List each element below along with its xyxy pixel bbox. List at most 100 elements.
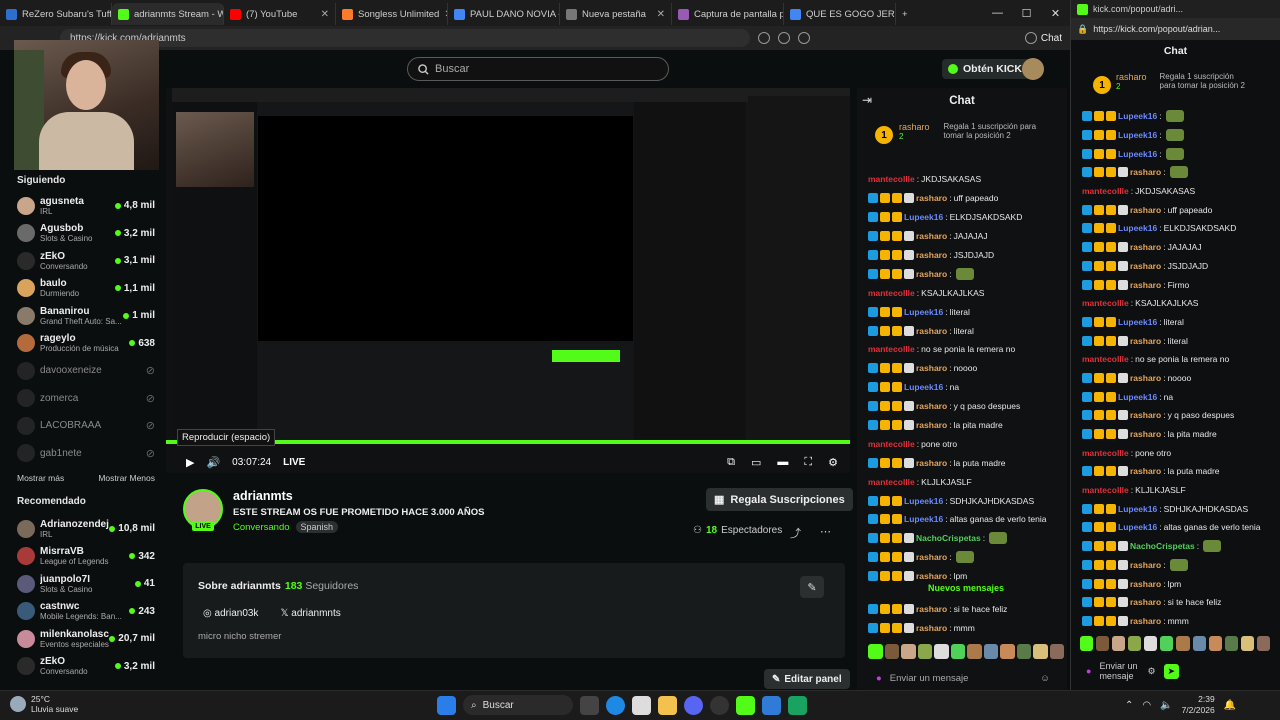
chat-username[interactable]: mantecollle bbox=[868, 288, 915, 298]
task-view-icon[interactable] bbox=[580, 695, 599, 715]
wifi-icon[interactable]: ◠ bbox=[1142, 700, 1151, 711]
emoji-icon[interactable]: ☺ bbox=[1040, 673, 1050, 684]
chat-username[interactable]: rasharo bbox=[916, 269, 947, 279]
popout-settings-icon[interactable]: ⚙ bbox=[1147, 666, 1155, 677]
chat-username[interactable]: mantecollle bbox=[868, 344, 915, 354]
emote-icon[interactable] bbox=[1033, 644, 1048, 659]
volume-icon[interactable]: 🔊 bbox=[206, 456, 220, 469]
chat-username[interactable]: rasharo bbox=[1130, 261, 1161, 271]
chat-username[interactable]: rasharo bbox=[1130, 242, 1161, 252]
chat-username[interactable]: Lupeek16 bbox=[1118, 149, 1157, 159]
clip-icon[interactable]: ▭ bbox=[751, 456, 761, 469]
sidebar-channel[interactable]: baulo Durmiendo 1,1 mil bbox=[0, 275, 165, 303]
settings-icon[interactable]: ⚙ bbox=[828, 456, 838, 469]
weather-widget[interactable]: 25°C Lluvia suave bbox=[10, 694, 78, 714]
folder-icon[interactable] bbox=[658, 695, 677, 715]
minimize-button[interactable]: — bbox=[983, 0, 1012, 26]
taskbar-search[interactable]: ⌕ Buscar bbox=[463, 695, 573, 715]
emote-icon[interactable] bbox=[1208, 636, 1222, 651]
chat-username[interactable]: rasharo bbox=[1130, 280, 1161, 290]
emote-icon[interactable] bbox=[1256, 636, 1270, 651]
category-link[interactable]: Conversando bbox=[233, 522, 290, 533]
edge-icon[interactable] bbox=[606, 695, 625, 715]
app-icon[interactable] bbox=[762, 695, 781, 715]
sidebar-channel[interactable]: zEkO Conversando 3,1 mil bbox=[0, 247, 165, 275]
chat-username[interactable]: Lupeek16 bbox=[1118, 392, 1157, 402]
chat-username[interactable]: Lupeek16 bbox=[1118, 111, 1157, 121]
pip-icon[interactable]: ⧉ bbox=[727, 456, 735, 469]
emote-icon[interactable] bbox=[1080, 636, 1094, 651]
chat-username[interactable]: rasharo bbox=[1130, 579, 1161, 589]
emote-icon[interactable] bbox=[934, 644, 949, 659]
speaker-icon[interactable]: 🔈 bbox=[1160, 700, 1172, 711]
chat-username[interactable]: mantecollle bbox=[868, 477, 915, 487]
browser-tab[interactable]: Songless Unlimited✕ bbox=[336, 3, 448, 25]
tab-close-icon[interactable]: ✕ bbox=[321, 9, 329, 20]
popout-url-bar[interactable]: 🔒 https://kick.com/popout/adrian... bbox=[1071, 18, 1280, 40]
chat-username[interactable]: rasharo bbox=[1130, 410, 1161, 420]
popout-send-button[interactable]: ➤ bbox=[1163, 663, 1180, 679]
chat-username[interactable]: rasharo bbox=[916, 552, 947, 562]
emote-icon[interactable] bbox=[1096, 636, 1110, 651]
sidebar-channel[interactable]: Adrianozendej...IRL 10,8 mil bbox=[0, 515, 165, 543]
pinned-user[interactable]: rasharo bbox=[899, 122, 930, 132]
new-messages-divider[interactable]: Nuevos mensajes bbox=[868, 583, 1064, 593]
browser-tab[interactable]: (7) YouTube ✕ bbox=[224, 3, 336, 25]
language-tag[interactable]: Spanish bbox=[295, 521, 339, 533]
emote-icon[interactable] bbox=[868, 644, 883, 659]
chat-username[interactable]: Lupeek16 bbox=[1118, 504, 1157, 514]
emote-icon[interactable] bbox=[1112, 636, 1126, 651]
kick-app-icon[interactable] bbox=[736, 695, 755, 715]
chat-username[interactable]: rasharo bbox=[916, 363, 947, 373]
sidebar-channel[interactable]: zomerca ⊘ bbox=[0, 385, 165, 413]
chat-username[interactable]: rasharo bbox=[916, 604, 947, 614]
sidebar-channel[interactable]: MisrraVB League of Legends 342 bbox=[0, 543, 165, 571]
chat-username[interactable]: rasharo bbox=[1130, 205, 1161, 215]
sidebar-channel[interactable]: castnwc Mobile Legends: Ban... 243 bbox=[0, 598, 165, 626]
emote-icon[interactable] bbox=[950, 644, 965, 659]
emote-icon[interactable] bbox=[1144, 636, 1158, 651]
chat-username[interactable]: Lupeek16 bbox=[1118, 130, 1157, 140]
chat-username[interactable]: mantecollle bbox=[1082, 485, 1129, 495]
emote-icon[interactable] bbox=[1176, 636, 1190, 651]
emote-icon[interactable] bbox=[983, 644, 998, 659]
search-input[interactable]: Buscar bbox=[407, 57, 669, 81]
close-window-button[interactable]: ✕ bbox=[1041, 0, 1070, 26]
chat-username[interactable]: mantecollle bbox=[1082, 448, 1129, 458]
chat-username[interactable]: rasharo bbox=[1130, 373, 1161, 383]
sidebar-channel[interactable]: juanpolo7I Slots & Casino 41 bbox=[0, 570, 165, 598]
emote-icon[interactable] bbox=[1160, 636, 1174, 651]
sidebar-channel[interactable]: rageylo Producción de música 638 bbox=[0, 330, 165, 358]
fullscreen-icon[interactable]: ⛶ bbox=[804, 456, 812, 469]
chrome-icon[interactable] bbox=[710, 695, 729, 715]
browser-tab[interactable]: QUE ES GOGO JERGA F✕ bbox=[784, 3, 896, 25]
popout-pinned-user[interactable]: rasharo bbox=[1116, 72, 1147, 82]
chat-username[interactable]: rasharo bbox=[1130, 560, 1161, 570]
store-icon[interactable] bbox=[632, 695, 651, 715]
chat-username[interactable]: NachoCrispetas bbox=[916, 533, 981, 543]
emote-icon[interactable] bbox=[1240, 636, 1254, 651]
chat-username[interactable]: rasharo bbox=[916, 401, 947, 411]
chat-username[interactable]: Lupeek16 bbox=[904, 382, 943, 392]
twitter-link[interactable]: 𝕏 adrianmnts bbox=[280, 608, 340, 619]
maximize-button[interactable]: ☐ bbox=[1012, 0, 1041, 26]
browser-tab[interactable]: ReZero Subaru's Tuff S✕ bbox=[0, 3, 112, 25]
user-avatar[interactable] bbox=[1022, 58, 1044, 80]
chat-username[interactable]: rasharo bbox=[1130, 167, 1161, 177]
browser-tab[interactable]: Nueva pestaña ✕ bbox=[560, 3, 672, 25]
sidebar-channel[interactable]: Bananirou Grand Theft Auto: Sa... 1 mil bbox=[0, 302, 165, 330]
emote-icon[interactable] bbox=[1000, 644, 1015, 659]
sidebar-channel[interactable]: Agusbob Slots & Casino 3,2 mil bbox=[0, 220, 165, 248]
chat-input[interactable]: ● Enviar un mensaje ☺ bbox=[868, 667, 1064, 689]
chat-username[interactable]: mantecollle bbox=[1082, 298, 1129, 308]
chat-username[interactable]: Lupeek16 bbox=[1118, 522, 1157, 532]
browser-tab[interactable]: adrianmts Stream - Wa✕ bbox=[112, 3, 224, 25]
theater-icon[interactable]: ▬ bbox=[777, 456, 788, 469]
show-more-button[interactable]: Mostrar más bbox=[17, 473, 64, 483]
chat-username[interactable]: rasharo bbox=[1130, 336, 1161, 346]
browser-tab[interactable]: Captura de pantalla p✕ bbox=[672, 3, 784, 25]
emote-icon[interactable] bbox=[1224, 636, 1238, 651]
chat-username[interactable]: rasharo bbox=[916, 420, 947, 430]
chat-username[interactable]: Lupeek16 bbox=[1118, 317, 1157, 327]
chat-username[interactable]: Lupeek16 bbox=[1118, 223, 1157, 233]
